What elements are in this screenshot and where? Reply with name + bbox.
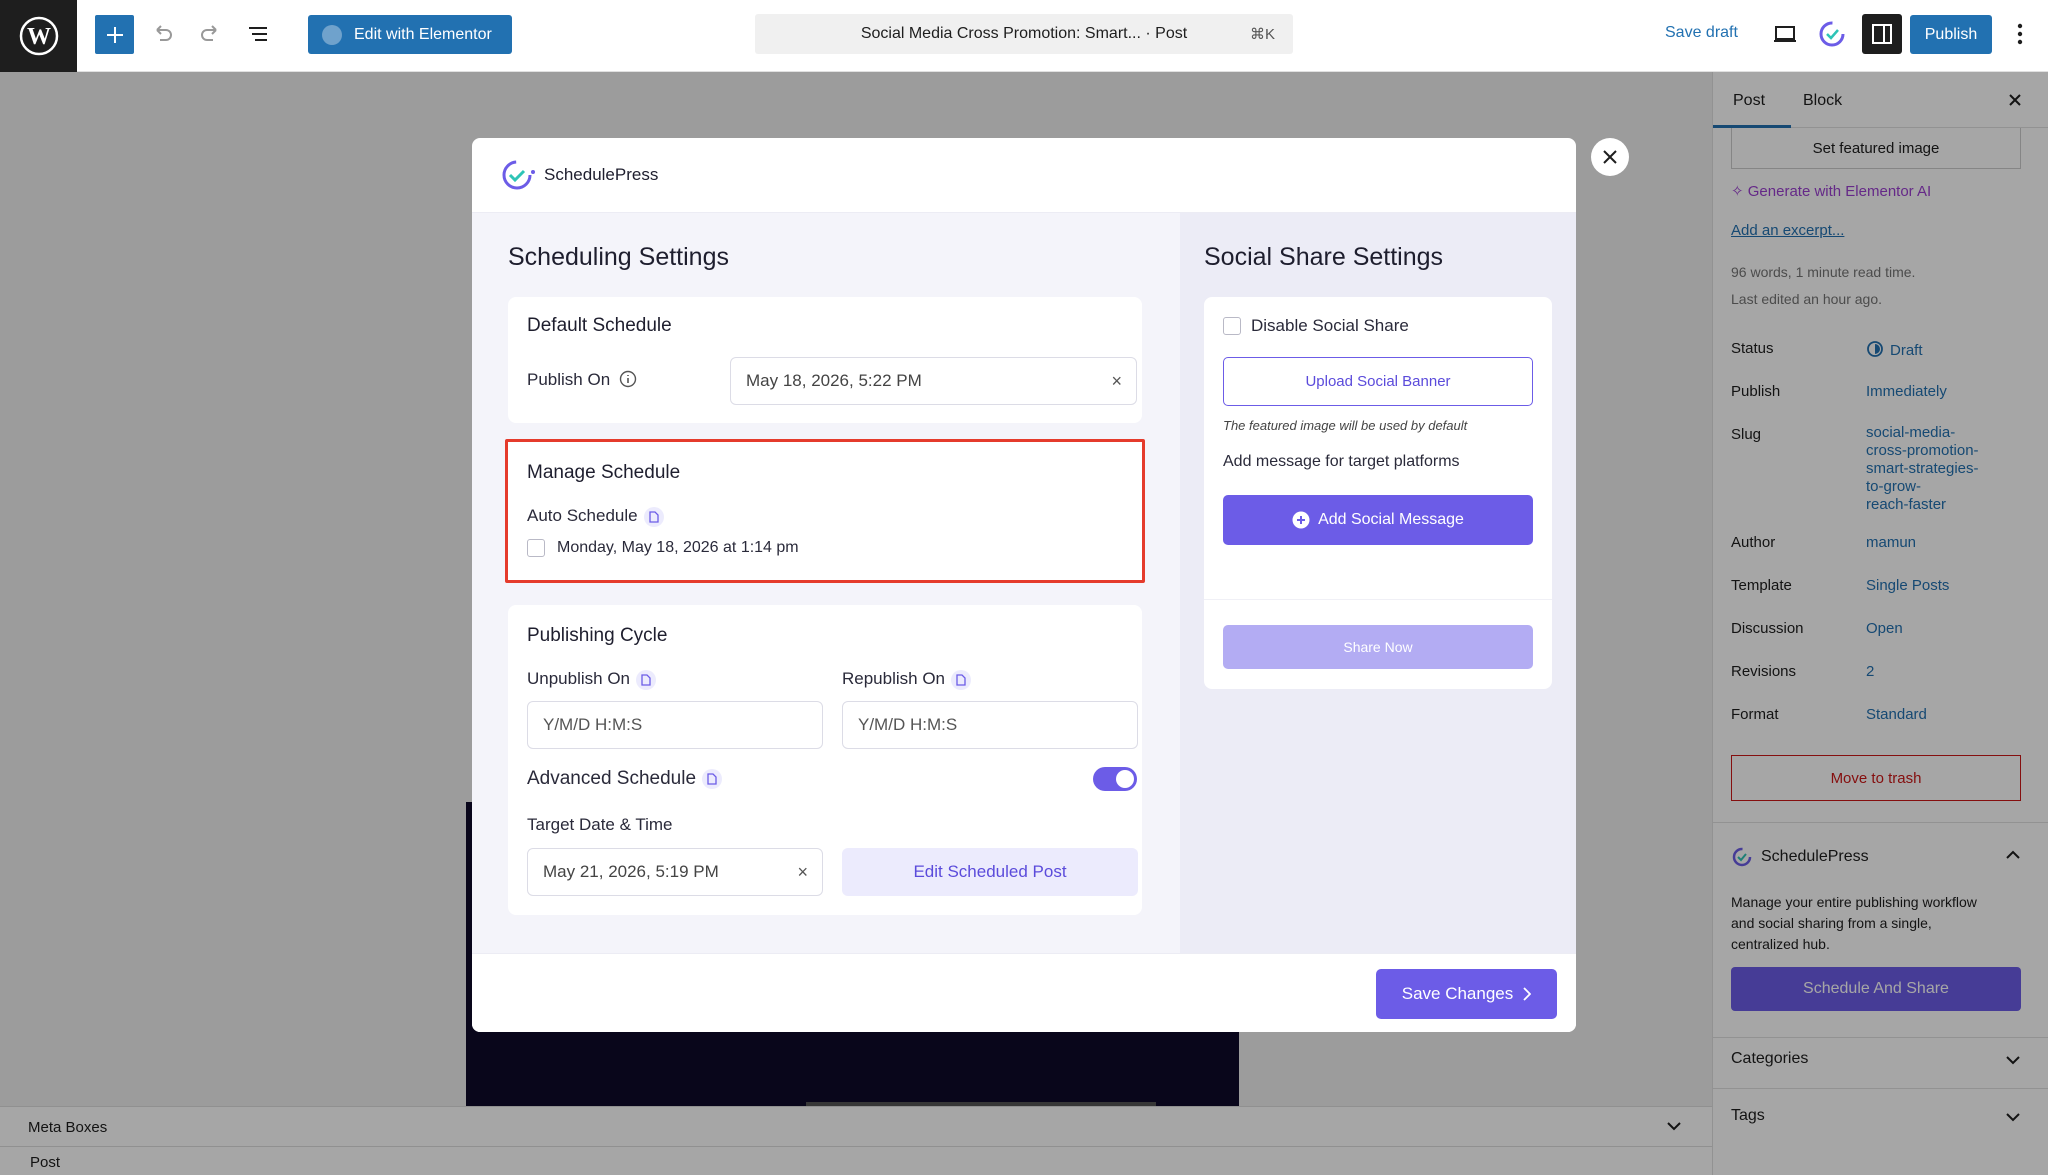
modal-footer: Save Changes [472,953,1576,1032]
doc-icon[interactable] [643,506,664,527]
publish-button[interactable]: Publish [1910,15,1992,54]
default-schedule-title: Default Schedule [527,315,672,336]
unpublish-placeholder: Y/M/D H:M:S [543,715,643,734]
wordpress-logo-icon[interactable]: W [0,0,77,72]
elementor-icon [322,24,342,45]
schedulepress-logo-icon [502,160,535,190]
social-share-card: Disable Social Share Upload Social Banne… [1204,297,1552,689]
manage-schedule-title: Manage Schedule [527,462,681,483]
close-modal-button[interactable] [1591,138,1629,176]
svg-text:W: W [27,24,51,50]
modal-header: SchedulePress [472,138,1576,213]
preview-device-icon[interactable] [1765,14,1805,54]
unpublish-on-label: Unpublish On [527,669,657,690]
edit-with-elementor-button[interactable]: Edit with Elementor [308,15,512,54]
unpublish-on-text: Unpublish On [527,669,631,688]
republish-on-label: Republish On [842,669,972,690]
chevron-right-icon [1523,987,1532,1001]
modal-brand-name: SchedulePress [544,165,659,184]
upload-social-banner-button[interactable]: Upload Social Banner [1223,357,1533,406]
publish-on-value: May 18, 2026, 5:22 PM [746,371,922,390]
auto-schedule-label: Auto Schedule [527,506,664,527]
disable-social-share-label: Disable Social Share [1251,316,1409,335]
publishing-cycle-title: Publishing Cycle [527,625,668,646]
featured-image-note: The featured image will be used by defau… [1223,418,1468,433]
clear-date-icon[interactable]: × [797,862,808,883]
default-schedule-card: Default Schedule Publish On May 18, 2026… [508,297,1142,423]
auto-schedule-text: Auto Schedule [527,506,638,525]
doc-icon[interactable] [702,768,723,789]
top-toolbar: W Edit with Elementor Social Media Cross… [0,0,2048,72]
target-date-value: May 21, 2026, 5:19 PM [543,862,719,881]
undo-icon[interactable] [143,14,183,54]
manage-schedule-card: Manage Schedule Auto Schedule Monday, Ma… [505,439,1145,583]
republish-on-text: Republish On [842,669,946,688]
social-share-title: Social Share Settings [1204,243,1444,271]
doc-icon[interactable] [951,669,972,690]
social-share-panel: Social Share Settings Disable Social Sha… [1180,213,1576,953]
add-social-message-label: Add Social Message [1318,511,1464,528]
document-overview-icon[interactable] [238,14,278,54]
republish-date-input[interactable]: Y/M/D H:M:S [842,701,1138,749]
publish-on-label: Publish On [527,370,637,390]
target-date-input[interactable]: May 21, 2026, 5:19 PM × [527,848,823,896]
elementor-label: Edit with Elementor [354,25,492,43]
clear-date-icon[interactable]: × [1111,371,1122,392]
save-changes-button[interactable]: Save Changes [1376,969,1557,1019]
republish-placeholder: Y/M/D H:M:S [858,715,958,734]
add-social-message-button[interactable]: Add Social Message [1223,495,1533,545]
disable-social-share-checkbox[interactable] [1223,317,1241,335]
command-shortcut: ⌘K [1249,26,1275,43]
publish-on-date-input[interactable]: May 18, 2026, 5:22 PM × [730,357,1137,405]
more-options-icon[interactable] [2000,14,2040,54]
publish-on-text: Publish On [527,370,611,389]
doc-icon[interactable] [636,669,657,690]
toggle-knob [1116,770,1134,788]
plus-circle-icon [1292,511,1310,529]
settings-sidebar-toggle-icon[interactable] [1862,14,1902,54]
save-draft-button[interactable]: Save draft [1665,24,1738,42]
target-platforms-heading: Add message for target platforms [1223,453,1460,470]
document-title-bar[interactable]: Social Media Cross Promotion: Smart... ·… [755,14,1293,54]
document-title: Social Media Cross Promotion: Smart... ·… [860,25,1188,42]
divider [1204,599,1552,600]
redo-icon[interactable] [190,14,230,54]
advanced-schedule-toggle[interactable] [1093,767,1137,791]
save-changes-label: Save Changes [1401,984,1514,1003]
publishing-cycle-card: Publishing Cycle Unpublish On Republish … [508,605,1142,915]
close-icon [1603,150,1617,164]
share-now-button[interactable]: Share Now [1223,625,1533,669]
advanced-schedule-label: Advanced Schedule [527,768,723,790]
schedulepress-modal: SchedulePress Scheduling Settings Defaul… [472,138,1576,1032]
auto-schedule-option: Monday, May 18, 2026 at 1:14 pm [557,539,799,556]
edit-scheduled-post-button[interactable]: Edit Scheduled Post [842,848,1138,896]
unpublish-date-input[interactable]: Y/M/D H:M:S [527,701,823,749]
auto-schedule-checkbox[interactable] [527,539,545,557]
info-icon[interactable] [619,370,637,388]
add-block-button[interactable] [95,15,134,54]
advanced-schedule-text: Advanced Schedule [527,768,697,789]
scheduling-settings-title: Scheduling Settings [508,243,729,271]
schedulepress-toolbar-icon[interactable] [1812,14,1852,54]
target-date-label: Target Date & Time [527,815,673,834]
scheduling-settings-panel: Scheduling Settings Default Schedule Pub… [472,213,1180,953]
